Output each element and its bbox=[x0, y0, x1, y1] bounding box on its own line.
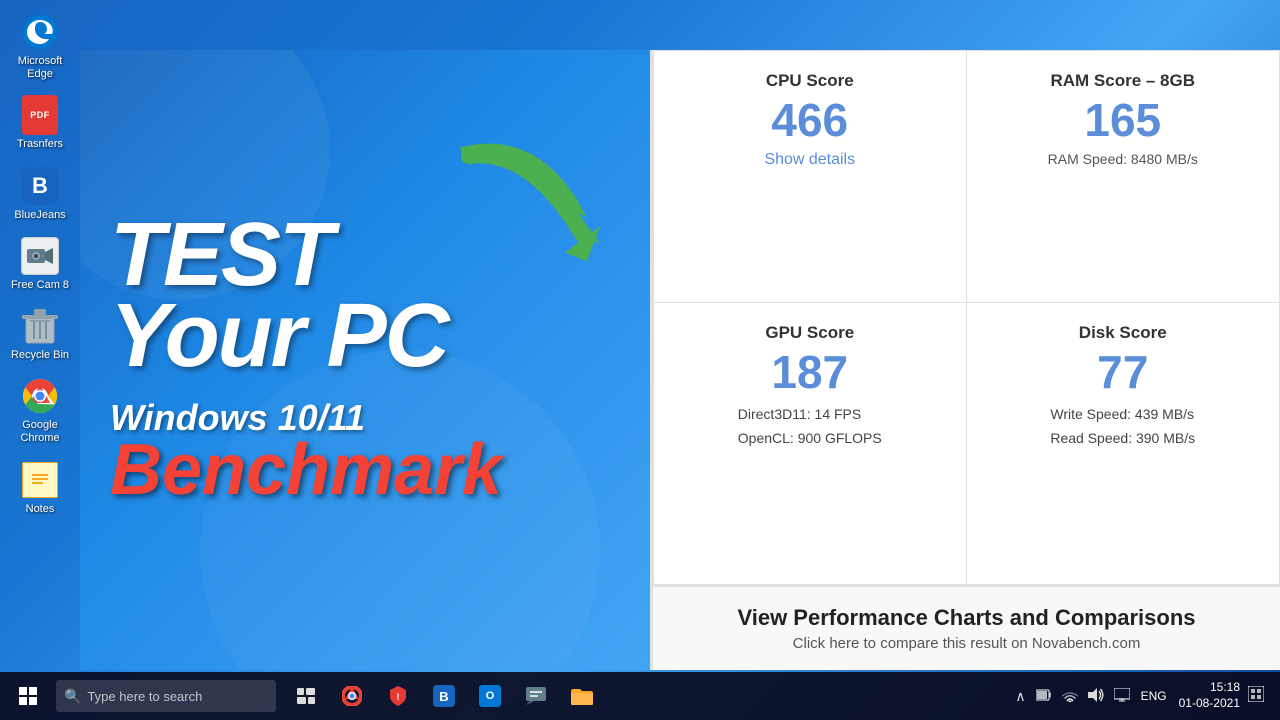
start-button[interactable] bbox=[4, 672, 52, 720]
cta-subtitle: Click here to compare this result on Nov… bbox=[671, 635, 1262, 652]
system-tray-chevron[interactable]: ∧ bbox=[1012, 688, 1028, 705]
disk-score-block: Disk Score 77 Write Speed: 439 MB/s Read… bbox=[967, 303, 1280, 584]
windows-logo-icon bbox=[19, 687, 37, 705]
desktop-icon-bluejeans[interactable]: B BlueJeans bbox=[4, 162, 76, 226]
taskbar-clock[interactable]: 15:18 01-08-2021 bbox=[1179, 680, 1240, 711]
scores-grid: CPU Score 466 Show details RAM Score – 8… bbox=[653, 50, 1280, 585]
disk-score-value: 77 bbox=[1097, 349, 1148, 395]
cpu-score-block: CPU Score 466 Show details bbox=[654, 51, 967, 303]
taskbar-folder-button[interactable] bbox=[560, 674, 604, 718]
ram-speed-detail: RAM Speed: 8480 MB/s bbox=[1048, 151, 1198, 167]
desktop-icon-recycle[interactable]: Recycle Bin bbox=[4, 302, 76, 366]
ram-score-label: RAM Score – 8GB bbox=[1050, 71, 1195, 91]
screen-icon[interactable] bbox=[1111, 688, 1133, 705]
taskbar-bluejeans-button[interactable]: B bbox=[422, 674, 466, 718]
taskbar-chrome-button[interactable] bbox=[330, 674, 374, 718]
clock-date: 01-08-2021 bbox=[1179, 696, 1240, 712]
arrow-container bbox=[440, 130, 620, 275]
desktop-icon-transfers[interactable]: PDF Trasnfers bbox=[4, 91, 76, 155]
cta-panel[interactable]: View Performance Charts and Comparisons … bbox=[653, 585, 1280, 670]
notes-icon-label: Notes bbox=[26, 503, 55, 516]
banner-benchmark-text: Benchmark bbox=[110, 434, 620, 506]
gpu-detail-line2: OpenCL: 900 GFLOPS bbox=[738, 427, 882, 451]
taskbar-outlook-button[interactable]: O bbox=[468, 674, 512, 718]
recycle-icon-label: Recycle Bin bbox=[11, 349, 69, 362]
search-icon: 🔍 bbox=[64, 688, 81, 705]
search-placeholder-text: Type here to search bbox=[87, 689, 202, 704]
desktop-icon-area: Microsoft Edge PDF Trasnfers B BlueJeans bbox=[0, 0, 80, 670]
cpu-score-label: CPU Score bbox=[766, 71, 854, 91]
svg-text:!: ! bbox=[397, 692, 400, 702]
notification-center-button[interactable] bbox=[1244, 686, 1268, 707]
taskbar-pinned-icons: ! B O bbox=[284, 674, 604, 718]
left-banner-panel: TEST Your PC Windows 10/11 Benchmark bbox=[80, 50, 650, 670]
desktop-icon-chrome[interactable]: Google Chrome bbox=[4, 372, 76, 449]
results-panel: CPU Score 466 Show details RAM Score – 8… bbox=[650, 50, 1280, 670]
gpu-score-block: GPU Score 187 Direct3D11: 14 FPS OpenCL:… bbox=[654, 303, 967, 584]
taskbar-system-tray: ∧ bbox=[1012, 680, 1276, 711]
desktop-icon-freecam[interactable]: Free Cam 8 bbox=[4, 232, 76, 296]
network-icon[interactable] bbox=[1059, 688, 1081, 705]
bluejeans-icon-label: BlueJeans bbox=[14, 209, 65, 222]
desktop-icon-edge[interactable]: Microsoft Edge bbox=[4, 8, 76, 85]
disk-details: Write Speed: 439 MB/s Read Speed: 390 MB… bbox=[1050, 403, 1195, 451]
cpu-show-details-link[interactable]: Show details bbox=[764, 151, 855, 169]
cpu-score-value: 466 bbox=[771, 97, 848, 143]
chrome-icon-label: Google Chrome bbox=[8, 419, 72, 445]
clock-time: 15:18 bbox=[1210, 680, 1240, 696]
language-indicator[interactable]: ENG bbox=[1137, 689, 1171, 703]
gpu-score-label: GPU Score bbox=[765, 323, 854, 343]
desktop-icon-notes[interactable]: Notes bbox=[4, 456, 76, 520]
battery-icon[interactable] bbox=[1033, 688, 1055, 704]
freecam-icon-label: Free Cam 8 bbox=[11, 279, 69, 292]
gpu-detail-line1: Direct3D11: 14 FPS bbox=[738, 403, 882, 427]
transfers-icon-label: Trasnfers bbox=[17, 138, 63, 151]
gpu-score-value: 187 bbox=[771, 349, 848, 395]
ram-score-value: 165 bbox=[1084, 97, 1161, 143]
disk-score-label: Disk Score bbox=[1079, 323, 1167, 343]
disk-detail-line2: Read Speed: 390 MB/s bbox=[1050, 427, 1195, 451]
taskbar-search-box[interactable]: 🔍 Type here to search bbox=[56, 680, 276, 712]
taskbar-shield-button[interactable]: ! bbox=[376, 674, 420, 718]
banner-your-pc-text: Your PC bbox=[110, 296, 620, 377]
taskbar-task-view-button[interactable] bbox=[284, 674, 328, 718]
volume-icon[interactable] bbox=[1085, 688, 1107, 705]
taskbar-messaging-button[interactable] bbox=[514, 674, 558, 718]
main-content: TEST Your PC Windows 10/11 Benchmark bbox=[80, 50, 1280, 670]
green-arrow-icon bbox=[440, 130, 620, 270]
gpu-details: Direct3D11: 14 FPS OpenCL: 900 GFLOPS bbox=[738, 403, 882, 451]
cta-title: View Performance Charts and Comparisons bbox=[671, 605, 1262, 631]
ram-score-block: RAM Score – 8GB 165 RAM Speed: 8480 MB/s bbox=[967, 51, 1280, 303]
taskbar: 🔍 Type here to search ! bbox=[0, 672, 1280, 720]
edge-icon-label: Microsoft Edge bbox=[8, 55, 72, 81]
disk-detail-line1: Write Speed: 439 MB/s bbox=[1050, 403, 1195, 427]
